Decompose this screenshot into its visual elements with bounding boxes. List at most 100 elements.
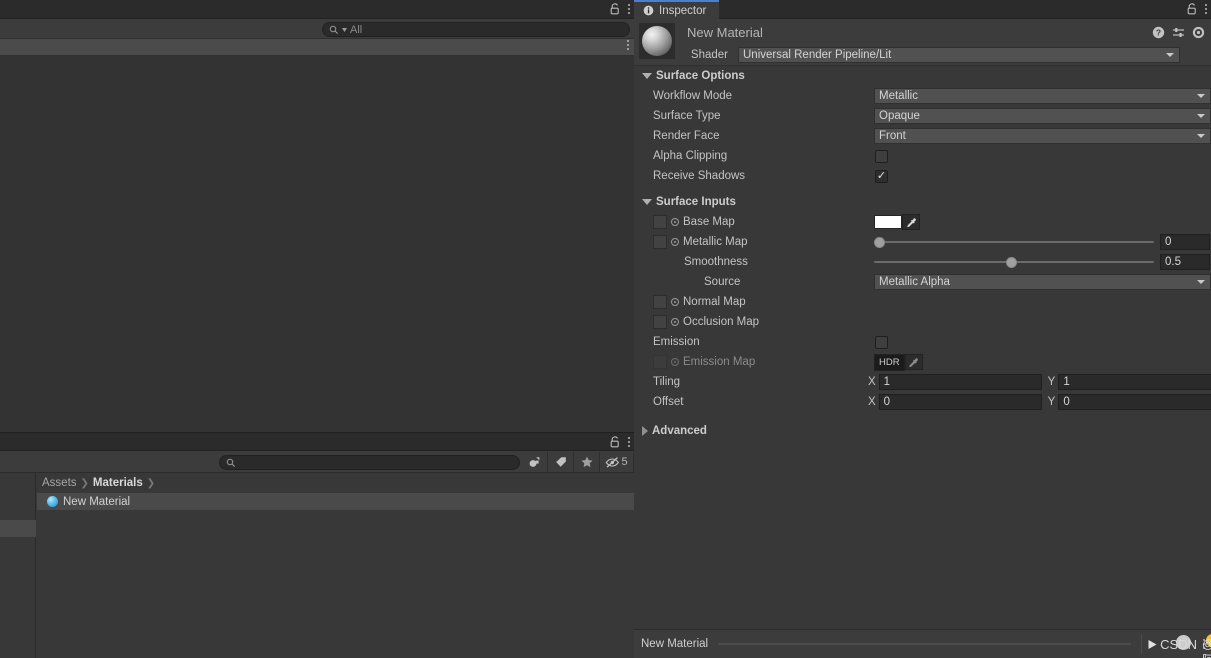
emission-map-texture-slot[interactable] [653,355,667,369]
surface-type-value: Opaque [879,110,920,122]
project-folder-tree-selected[interactable] [0,520,36,537]
occlusion-map-texture-slot[interactable] [653,315,667,329]
receive-shadows-checkbox[interactable]: ✓ [875,169,888,183]
tiling-y-input[interactable]: 1 [1058,374,1211,390]
play-icon[interactable] [1147,639,1158,650]
search-icon [226,458,236,467]
project-search-input[interactable] [219,455,520,470]
settings-gear-icon[interactable] [1192,25,1205,39]
hierarchy-content[interactable] [0,56,634,432]
emission-map-picker-icon[interactable] [671,358,679,366]
source-dropdown[interactable]: Metallic Alpha [874,274,1211,290]
tab-inspector-label: Inspector [659,4,707,17]
foldout-surface-inputs[interactable]: Surface Inputs [634,192,1211,212]
help-icon[interactable]: ? [1152,25,1165,39]
base-map-texture-slot[interactable] [653,215,667,229]
lock-icon[interactable] [608,2,621,16]
surface-type-dropdown[interactable]: Opaque [874,108,1211,124]
row-render-face: Render Face Front [634,126,1211,146]
row-tiling: Tiling X 1 Y 1 [634,372,1211,392]
breadcrumb-separator-icon: ❯ [80,477,89,489]
offset-y-value: 0 [1063,396,1070,408]
row-source: Source Metallic Alpha [634,272,1211,292]
breadcrumb-item-assets[interactable]: Assets [42,477,77,489]
metallic-map-value-field[interactable]: 0 [1160,234,1210,250]
metallic-map-slider[interactable] [874,235,1154,249]
footer-divider [718,643,1132,645]
foldout-advanced[interactable]: Advanced [634,421,1211,441]
row-emission: Emission [634,332,1211,352]
workflow-mode-value: Metallic [879,90,918,102]
label-normal-map: Normal Map [683,296,746,308]
inspector-content: Surface Options Workflow Mode Metallic S… [634,66,1211,629]
hidden-assets-count: 5 [621,456,628,468]
row-normal-map: Normal Map [634,292,1211,312]
chevron-down-icon [1197,280,1205,284]
base-map-picker-icon[interactable] [671,218,679,226]
tab-inspector[interactable]: Inspector [634,0,720,19]
checkmark-icon: ✓ [876,169,887,182]
base-map-color-swatch[interactable] [874,215,902,229]
label-render-face: Render Face [653,130,720,142]
kebab-menu-icon[interactable] [628,437,630,447]
render-face-dropdown[interactable]: Front [874,128,1211,144]
workflow-mode-dropdown[interactable]: Metallic [874,88,1211,104]
offset-y-input[interactable]: 0 [1058,394,1211,410]
project-filter-tools: 5 [522,452,634,472]
hierarchy-tabbar-icons [608,2,630,16]
hdr-badge[interactable]: HDR [874,353,905,371]
inspector-tabbar: Inspector [634,0,1211,19]
chevron-down-icon [1166,52,1174,57]
metallic-map-slider-knob[interactable] [874,236,885,248]
emission-checkbox[interactable] [875,335,888,349]
label-smoothness: Smoothness [684,256,748,268]
kebab-menu-icon[interactable] [628,4,630,14]
row-metallic-map: Metallic Map 0 [634,232,1211,252]
foldout-advanced-label: Advanced [652,425,707,437]
foldout-surface-inputs-label: Surface Inputs [656,196,736,208]
row-surface-type: Surface Type Opaque [634,106,1211,126]
hierarchy-tabbar [0,0,634,19]
breadcrumb-item-materials[interactable]: Materials [93,477,143,489]
alpha-clipping-checkbox[interactable] [875,149,888,163]
hidden-assets-toggle[interactable]: 5 [600,452,634,472]
smoothness-slider[interactable] [874,255,1154,269]
hierarchy-searchbar: All [0,19,634,39]
lock-icon[interactable] [1185,2,1198,16]
offset-x-input[interactable]: 0 [878,394,1042,410]
inspector-header: New Material ? Shader Universal Render P… [634,19,1211,66]
packages-icon[interactable] [522,452,548,472]
hierarchy-search-text: All [350,23,363,36]
lock-icon[interactable] [608,435,621,449]
hierarchy-search-input[interactable]: All [322,22,630,37]
metallic-map-picker-icon[interactable] [671,238,679,246]
eyedropper-icon[interactable] [902,214,920,230]
list-item[interactable]: New Material [37,493,634,510]
project-folder-tree[interactable] [0,473,36,658]
smoothness-slider-knob[interactable] [1006,256,1017,268]
normal-map-texture-slot[interactable] [653,295,667,309]
smoothness-value-field[interactable]: 0.5 [1160,254,1210,270]
chevron-down-icon [1197,134,1205,138]
shader-label: Shader [690,48,728,61]
row-alpha-clipping: Alpha Clipping [634,146,1211,166]
hierarchy-scene-menu-icon[interactable] [627,40,629,50]
base-map-color-field [874,214,920,230]
tiling-y-axis-label: Y [1047,376,1056,388]
occlusion-map-picker-icon[interactable] [671,318,679,326]
metallic-map-texture-slot[interactable] [653,235,667,249]
row-base-map: Base Map [634,212,1211,232]
foldout-surface-options[interactable]: Surface Options [634,66,1211,86]
offset-x-value: 0 [883,396,891,408]
tiling-x-input[interactable]: 1 [878,374,1042,390]
unity-editor-window: All 5 Assets ❯ Materials ❯ New Material … [0,0,1211,658]
kebab-menu-icon[interactable] [1205,4,1207,14]
normal-map-picker-icon[interactable] [671,298,679,306]
label-source: Source [704,276,741,288]
favorite-star-icon[interactable] [574,452,600,472]
eyedropper-icon[interactable] [904,354,923,370]
label-tag-icon[interactable] [548,452,574,472]
tiling-x-field-group: X 1 [868,374,1042,390]
shader-dropdown[interactable]: Universal Render Pipeline/Lit [738,46,1180,63]
preset-icon[interactable] [1172,25,1185,39]
